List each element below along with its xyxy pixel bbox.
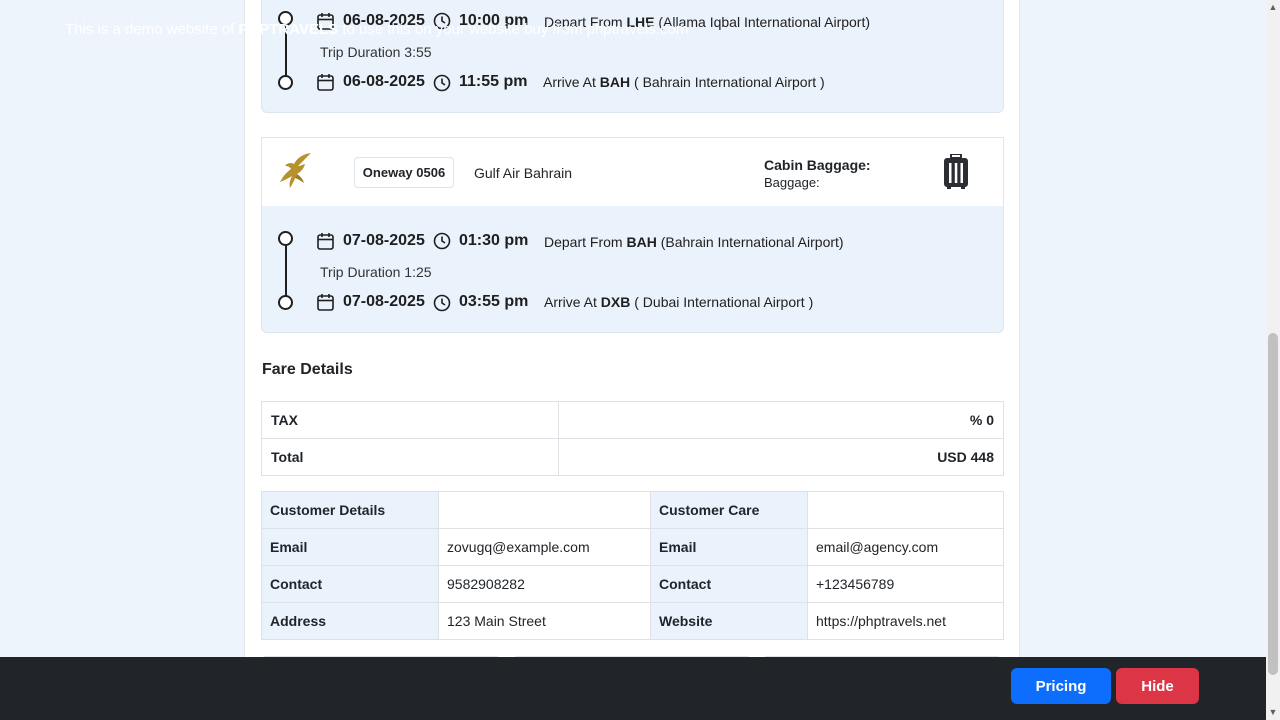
scroll-up-icon[interactable]: ▲: [1268, 2, 1278, 12]
empty-cell: [438, 491, 651, 529]
luggage-icon: [944, 154, 968, 189]
flight-number-badge: Oneway 0506: [354, 157, 454, 188]
care-contact: +123456789: [807, 565, 1004, 603]
table-row: Customer Details Customer Care: [261, 491, 1004, 529]
table-row: Address 123 Main Street Website https://…: [261, 602, 1004, 640]
timeline-dot: [278, 231, 293, 246]
table-row: Email zovugq@example.com Email email@age…: [261, 528, 1004, 566]
table-row: TAX % 0: [261, 401, 1004, 439]
arrive-time: 03:55 pm: [459, 293, 529, 310]
demo-notice-text: This is a demo website of PHPTRAVELS to …: [65, 21, 689, 38]
customer-address: 123 Main Street: [438, 602, 651, 640]
care-label: Email: [650, 528, 808, 566]
care-label: Website: [650, 602, 808, 640]
depart-date: 07-08-2025: [343, 232, 425, 249]
trip-duration: Trip Duration 3:55: [320, 44, 432, 60]
depart-time: 01:30 pm: [459, 232, 529, 249]
care-email: email@agency.com: [807, 528, 1004, 566]
scroll-down-icon[interactable]: ▼: [1268, 707, 1278, 717]
calendar-icon: [317, 294, 334, 311]
airline-logo: [280, 153, 311, 188]
table-row: Contact 9582908282 Contact +123456789: [261, 565, 1004, 603]
customer-table: Customer Details Customer Care Email zov…: [261, 491, 1004, 640]
depart-location: Depart From BAH (Bahrain International A…: [544, 234, 844, 250]
timeline-line: [285, 245, 287, 297]
clock-icon: [433, 74, 451, 92]
arrive-date: 06-08-2025: [343, 73, 425, 90]
customer-label: Contact: [261, 565, 439, 603]
clock-icon: [433, 294, 451, 312]
fare-table: TAX % 0 Total USD 448: [261, 401, 1004, 476]
fare-label: TAX: [261, 401, 559, 439]
customer-label: Email: [261, 528, 439, 566]
fare-label: Total: [261, 438, 559, 476]
hide-button[interactable]: Hide: [1116, 668, 1199, 704]
table-row: Total USD 448: [261, 438, 1004, 476]
timeline-dot: [278, 295, 293, 310]
trip-duration: Trip Duration 1:25: [320, 264, 432, 280]
care-website: https://phptravels.net: [807, 602, 1004, 640]
calendar-icon: [317, 74, 334, 91]
timeline-dot: [278, 75, 293, 90]
calendar-icon: [317, 233, 334, 250]
cabin-baggage-label: Cabin Baggage:: [764, 157, 871, 173]
clock-icon: [433, 232, 451, 250]
airline-name: Gulf Air Bahrain: [474, 165, 573, 181]
arrive-time: 11:55 pm: [459, 73, 528, 90]
pricing-button[interactable]: Pricing: [1011, 668, 1111, 704]
fare-value: % 0: [558, 401, 1004, 439]
fare-value: USD 448: [558, 438, 1004, 476]
arrive-location: Arrive At BAH ( Bahrain International Ai…: [543, 74, 825, 90]
care-label: Contact: [650, 565, 808, 603]
arrive-date: 07-08-2025: [343, 293, 425, 310]
arrive-location: Arrive At DXB ( Dubai International Airp…: [544, 294, 814, 310]
customer-details-header: Customer Details: [261, 491, 439, 529]
customer-label: Address: [261, 602, 439, 640]
baggage-label: Baggage:: [764, 175, 820, 190]
customer-care-header: Customer Care: [650, 491, 808, 529]
empty-cell: [807, 491, 1004, 529]
customer-email: zovugq@example.com: [438, 528, 651, 566]
fare-details-title: Fare Details: [262, 361, 353, 378]
scrollbar-thumb[interactable]: [1268, 333, 1278, 675]
customer-contact: 9582908282: [438, 565, 651, 603]
